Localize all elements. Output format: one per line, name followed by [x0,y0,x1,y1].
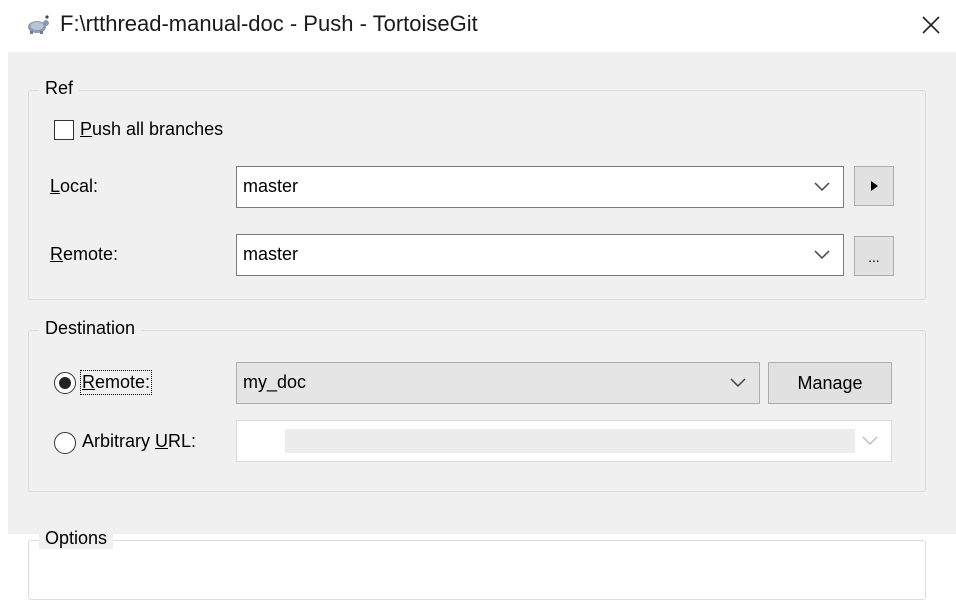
manage-button-label: Manage [797,372,863,393]
chevron-down-icon [730,378,746,388]
window-title: F:\rtthread-manual-doc - Push - Tortoise… [60,11,478,36]
remote-branch-value: master [243,244,299,264]
tortoise-icon [26,14,50,36]
arbitrary-url-label[interactable]: Arbitrary URL: [82,431,196,452]
push-all-accel: P [80,119,93,139]
options-group: Options [28,528,926,600]
remote-branch-combo[interactable]: master [236,234,844,276]
local-rest: ocal: [60,176,99,196]
remote-radio-rest: emote: [95,372,151,392]
push-all-branches-checkbox[interactable] [54,120,74,140]
local-accel: L [50,176,61,196]
remote-rest: emote: [63,244,119,264]
close-button[interactable] [914,8,948,42]
destination-group-label: Destination [39,318,142,339]
remote-radio-accel: R [82,372,95,392]
ellipsis-icon: ... [868,249,880,265]
local-branch-value: master [243,176,299,196]
arbitrary-url-radio[interactable] [54,432,76,454]
play-icon [871,181,878,191]
push-all-rest: ush all branches [92,119,224,139]
remote-accel: R [50,244,63,264]
manage-button[interactable]: Manage [768,362,892,404]
radio-dot [59,377,71,389]
remote-radio-label[interactable]: Remote: [79,370,153,395]
arbitrary-url-combo[interactable] [236,420,892,462]
push-all-branches-label[interactable]: Push all branches [80,119,223,140]
remote-browse-button[interactable]: ... [854,236,894,276]
remote-destination-combo[interactable]: my_doc [236,362,760,404]
options-group-label: Options [39,528,114,549]
remote-label: Remote: [50,244,118,265]
arbitrary-pre: Arbitrary [82,431,156,451]
arbitrary-post: RL: [168,431,197,451]
close-icon [922,16,940,34]
chevron-down-icon [814,250,830,260]
title-bar: F:\rtthread-manual-doc - Push - Tortoise… [0,0,956,52]
destination-group: Destination [28,318,926,492]
local-browse-button[interactable] [854,166,894,206]
arbitrary-url-inner [285,429,855,453]
dialog-client: Ref Push all branches Local: master Remo… [8,52,956,600]
chevron-down-icon [862,436,878,446]
remote-destination-value: my_doc [243,372,307,392]
local-branch-combo[interactable]: master [236,166,844,208]
local-label: Local: [50,176,98,197]
chevron-down-icon [814,182,830,192]
remote-radio[interactable] [54,372,76,394]
ref-group-label: Ref [39,78,80,99]
arbitrary-accel: U [155,431,169,451]
